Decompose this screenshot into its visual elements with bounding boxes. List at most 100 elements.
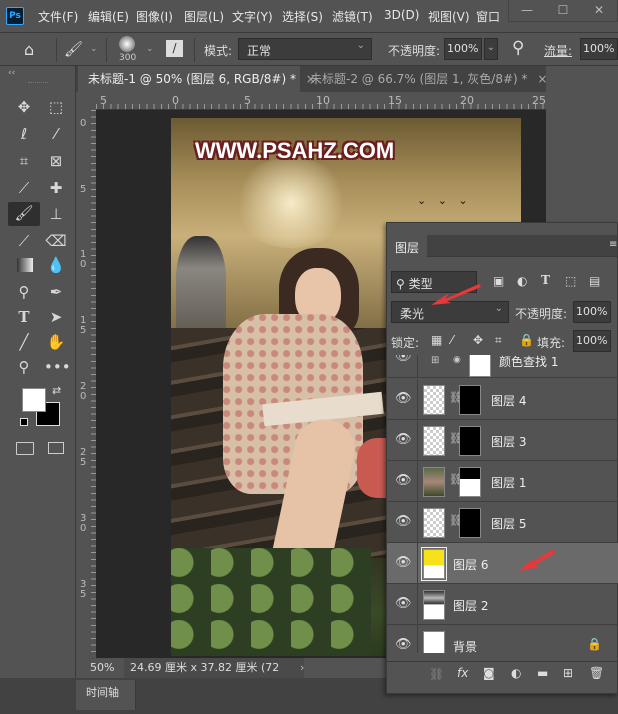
chevron-down-icon[interactable]: ⌄	[90, 44, 98, 54]
visibility-eye-icon[interactable]: 👁	[395, 355, 412, 365]
search-icon[interactable]: ⚲	[512, 38, 524, 58]
layer-row[interactable]: 👁 ⛓ 图层 4	[387, 379, 618, 420]
brush-size-icon[interactable]	[119, 36, 135, 52]
layer-row[interactable]: 👁 图层 2	[387, 584, 618, 625]
dodge-tool-icon[interactable]: ⚲	[12, 281, 36, 303]
zoom-tool-icon[interactable]: ⚲	[12, 356, 36, 378]
menu-file[interactable]: 文件(F)	[38, 8, 78, 25]
menu-layer[interactable]: 图层(L)	[184, 8, 224, 25]
visibility-eye-icon[interactable]: 👁	[395, 637, 412, 653]
lock-artboard-icon[interactable]: ⌗	[495, 333, 502, 348]
opacity-dropdown-toggle[interactable]: ⌄	[484, 38, 498, 60]
menu-edit[interactable]: 编辑(E)	[88, 8, 129, 25]
frame-tool-icon[interactable]: ⊠	[44, 150, 68, 172]
layer-row[interactable]: 👁 ⊞ ◉ 颜色查找 1	[387, 355, 618, 378]
screen-mode-icon[interactable]	[48, 442, 64, 454]
menu-window[interactable]: 窗口	[476, 8, 500, 25]
blur-tool-icon[interactable]: 💧	[44, 254, 68, 276]
filter-shape-icon[interactable]: ⬚	[565, 274, 576, 288]
eyedropper-tool-icon[interactable]: ⟋	[12, 177, 36, 199]
visibility-eye-icon[interactable]: 👁	[395, 391, 412, 407]
new-group-icon[interactable]: ▬	[537, 666, 548, 680]
more-tools-icon[interactable]: •••	[44, 356, 71, 378]
pen-tool-icon[interactable]: ✒	[44, 281, 68, 303]
maximize-button[interactable]: ☐	[545, 0, 581, 21]
collapse-toolbar-icon[interactable]: ‹‹	[8, 68, 15, 78]
swap-colors-icon[interactable]: ⇄	[52, 384, 61, 397]
marquee-tool-icon[interactable]: ⬚	[44, 96, 68, 118]
home-icon[interactable]: ⌂	[24, 40, 34, 59]
layer-row-selected[interactable]: 👁 图层 6	[387, 543, 618, 584]
eraser-tool-icon[interactable]: ⌫	[44, 230, 68, 252]
menu-type[interactable]: 文字(Y)	[232, 8, 273, 25]
healing-brush-tool-icon[interactable]: ✚	[44, 177, 68, 199]
quick-mask-icon[interactable]	[16, 442, 34, 455]
layers-footer: ⛓ fx ◙ ◐ ▬ ⊞ 🗑	[387, 661, 617, 687]
close-tab-icon[interactable]: ×	[537, 72, 547, 86]
move-tool-icon[interactable]: ✥	[12, 96, 36, 118]
brush-settings-panel-icon[interactable]: /	[166, 40, 183, 57]
visibility-eye-icon[interactable]: 👁	[395, 514, 412, 530]
foreground-color-swatch[interactable]	[22, 388, 46, 412]
flow-input[interactable]: 100%	[580, 38, 618, 60]
visibility-eye-icon[interactable]: 👁	[395, 555, 412, 571]
brush-preset-icon[interactable]: 🖌	[64, 40, 83, 58]
tab-timeline[interactable]: 时间轴	[76, 680, 136, 710]
menu-3d[interactable]: 3D(D)	[384, 8, 419, 22]
line-tool-icon[interactable]: ╱	[12, 331, 36, 353]
opacity-input[interactable]: 100%	[444, 38, 482, 60]
tab-layers[interactable]: 图层	[387, 235, 427, 257]
hand-tool-icon[interactable]: ✋	[44, 331, 68, 353]
zoom-level[interactable]: 50%	[90, 658, 114, 678]
filter-adjustment-icon[interactable]: ◐	[517, 274, 527, 288]
brush-tool-icon[interactable]: 🖌	[8, 202, 40, 226]
magic-wand-tool-icon[interactable]: ⁄	[44, 123, 68, 145]
lasso-tool-icon[interactable]: ℓ	[12, 123, 36, 145]
tab-document-2[interactable]: 未标题-2 @ 66.7% (图层 1, 灰色/8#) * ×	[300, 66, 547, 92]
history-brush-tool-icon[interactable]: ⟋	[12, 230, 36, 252]
filter-smart-object-icon[interactable]: ▤	[589, 274, 600, 288]
new-layer-icon[interactable]: ⊞	[563, 666, 573, 680]
fill-input[interactable]: 100%	[573, 330, 611, 352]
path-selection-tool-icon[interactable]: ➤	[44, 306, 68, 328]
mode-dropdown[interactable]: 正常 ⌄	[238, 38, 372, 60]
lock-transparent-icon[interactable]: ▦	[431, 333, 442, 347]
layer-row[interactable]: 👁 ⛓ 图层 3	[387, 420, 618, 461]
visibility-eye-icon[interactable]: 👁	[395, 596, 412, 612]
add-mask-icon[interactable]: ◙	[483, 666, 495, 680]
link-layers-icon[interactable]: ⛓	[429, 667, 444, 681]
minimize-button[interactable]: —	[509, 0, 545, 21]
filter-pixel-icon[interactable]: ▣	[493, 274, 504, 288]
menu-filter[interactable]: 滤镜(T)	[332, 8, 373, 25]
layer-row[interactable]: 👁 ⛓ 图层 1	[387, 461, 618, 502]
chevron-right-icon[interactable]: ›	[300, 658, 304, 678]
clone-stamp-tool-icon[interactable]: ⊥	[44, 203, 68, 225]
lock-image-icon[interactable]: ⁄	[451, 333, 453, 347]
green-plants	[171, 548, 371, 656]
layer-row[interactable]: 👁 背景 🔒	[387, 625, 618, 653]
adjustment-layer-icon[interactable]: ◐	[511, 666, 521, 680]
tab-document-1[interactable]: 未标题-1 @ 50% (图层 6, RGB/8#) * ×	[78, 66, 316, 92]
layer-opacity-input[interactable]: 100%	[573, 301, 611, 323]
visibility-eye-icon[interactable]: 👁	[395, 473, 412, 489]
lock-position-icon[interactable]: ✥	[473, 333, 483, 347]
lock-icon: 🔒	[587, 637, 602, 651]
lock-all-icon[interactable]: 🔒	[519, 333, 534, 347]
toolbar-grip[interactable]	[28, 82, 48, 84]
delete-layer-icon[interactable]: 🗑	[589, 666, 604, 680]
fx-icon[interactable]: fx	[457, 666, 468, 680]
panel-menu-icon[interactable]: ≡	[609, 239, 617, 250]
type-tool-icon[interactable]: T	[12, 306, 36, 328]
close-button[interactable]: ✕	[581, 0, 617, 21]
menu-select[interactable]: 选择(S)	[282, 8, 323, 25]
default-colors-icon[interactable]	[20, 418, 28, 426]
chevron-down-icon[interactable]: ⌄	[146, 44, 154, 54]
menu-image[interactable]: 图像(I)	[136, 8, 173, 25]
filter-type-icon[interactable]: T	[541, 273, 550, 287]
layer-row[interactable]: 👁 ⛓ 图层 5	[387, 502, 618, 543]
document-info[interactable]: 24.69 厘米 x 37.82 厘米 (72 ppi)	[124, 658, 304, 694]
visibility-eye-icon[interactable]: 👁	[395, 432, 412, 448]
gradient-tool-icon[interactable]	[17, 258, 33, 272]
menu-view[interactable]: 视图(V)	[428, 8, 470, 25]
crop-tool-icon[interactable]: ⌗	[12, 150, 36, 172]
